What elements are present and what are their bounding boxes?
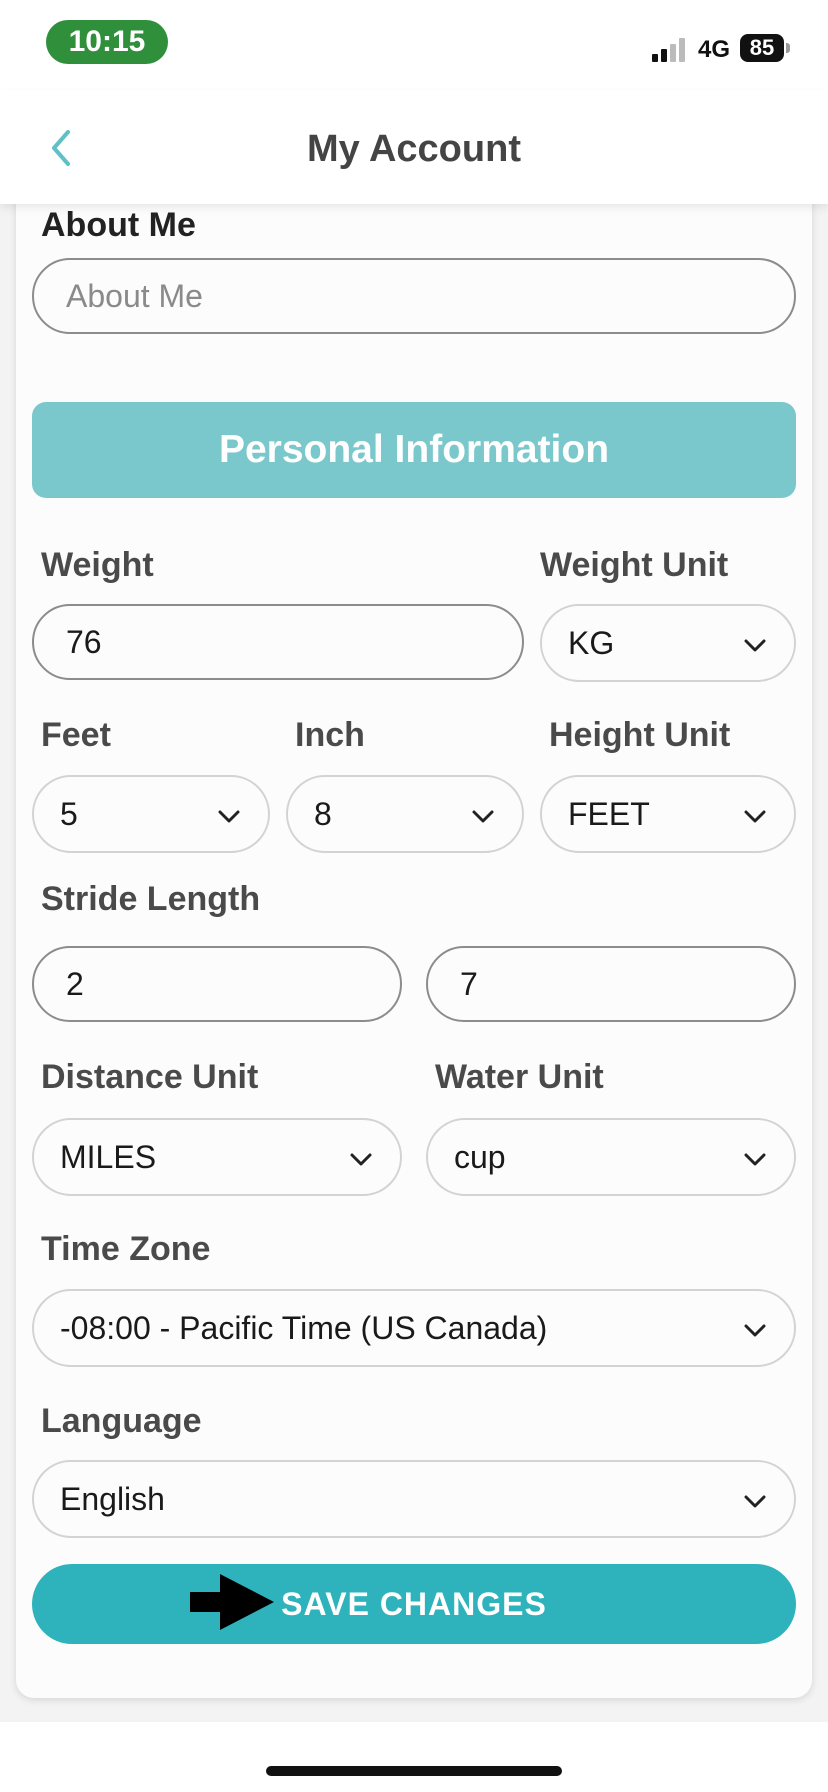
chevron-down-icon xyxy=(472,810,494,823)
status-time: 10:15 xyxy=(46,20,168,64)
battery-tip xyxy=(786,43,790,53)
feet-value: 5 xyxy=(60,795,78,832)
language-select[interactable]: English xyxy=(32,1460,796,1538)
weight-label: Weight xyxy=(41,546,154,584)
water-unit-select[interactable]: cup xyxy=(426,1118,796,1196)
height-unit-label: Height Unit xyxy=(549,716,731,754)
bottom-safe-area xyxy=(0,1722,828,1792)
about-me-label: About Me xyxy=(41,206,196,244)
network-type: 4G xyxy=(698,36,731,63)
language-label: Language xyxy=(41,1402,202,1440)
chevron-down-icon xyxy=(744,639,766,652)
stride-length-input-2[interactable]: 7 xyxy=(426,946,796,1022)
page-title: My Account xyxy=(307,128,521,170)
inch-select[interactable]: 8 xyxy=(286,775,524,853)
chevron-down-icon xyxy=(744,1324,766,1337)
chevron-down-icon xyxy=(744,810,766,823)
weight-unit-select[interactable]: KG xyxy=(540,604,796,682)
inch-value: 8 xyxy=(314,795,332,832)
language-value: English xyxy=(60,1480,165,1517)
chevron-down-icon xyxy=(218,810,240,823)
feet-label: Feet xyxy=(41,716,111,754)
weight-unit-value: KG xyxy=(568,624,615,661)
distance-unit-value: MILES xyxy=(60,1138,157,1175)
time-zone-value: -08:00 - Pacific Time (US Canada) xyxy=(60,1309,548,1346)
arrow-right-icon xyxy=(190,1574,274,1630)
weight-input[interactable]: 76 xyxy=(32,604,524,680)
home-indicator[interactable] xyxy=(266,1766,562,1776)
signal-icon xyxy=(652,38,685,62)
stride-length-input-1[interactable]: 2 xyxy=(32,946,402,1022)
water-unit-label: Water Unit xyxy=(435,1058,604,1096)
chevron-down-icon xyxy=(744,1153,766,1166)
distance-unit-label: Distance Unit xyxy=(41,1058,259,1096)
chevron-down-icon xyxy=(350,1153,372,1166)
time-zone-select[interactable]: -08:00 - Pacific Time (US Canada) xyxy=(32,1289,796,1367)
feet-select[interactable]: 5 xyxy=(32,775,270,853)
about-me-input[interactable]: About Me xyxy=(32,258,796,334)
height-unit-select[interactable]: FEET xyxy=(540,775,796,853)
battery-icon: 85 xyxy=(740,34,784,62)
section-header-personal-information: Personal Information xyxy=(32,402,796,498)
app-header: My Account xyxy=(0,90,828,204)
stride-length-label: Stride Length xyxy=(41,880,261,918)
water-unit-value: cup xyxy=(454,1138,506,1175)
weight-unit-label: Weight Unit xyxy=(540,546,729,584)
time-zone-label: Time Zone xyxy=(41,1230,211,1268)
height-unit-value: FEET xyxy=(568,795,650,832)
save-changes-button[interactable]: SAVE CHANGES xyxy=(32,1564,796,1644)
chevron-down-icon xyxy=(744,1495,766,1508)
distance-unit-select[interactable]: MILES xyxy=(32,1118,402,1196)
inch-label: Inch xyxy=(295,716,365,754)
